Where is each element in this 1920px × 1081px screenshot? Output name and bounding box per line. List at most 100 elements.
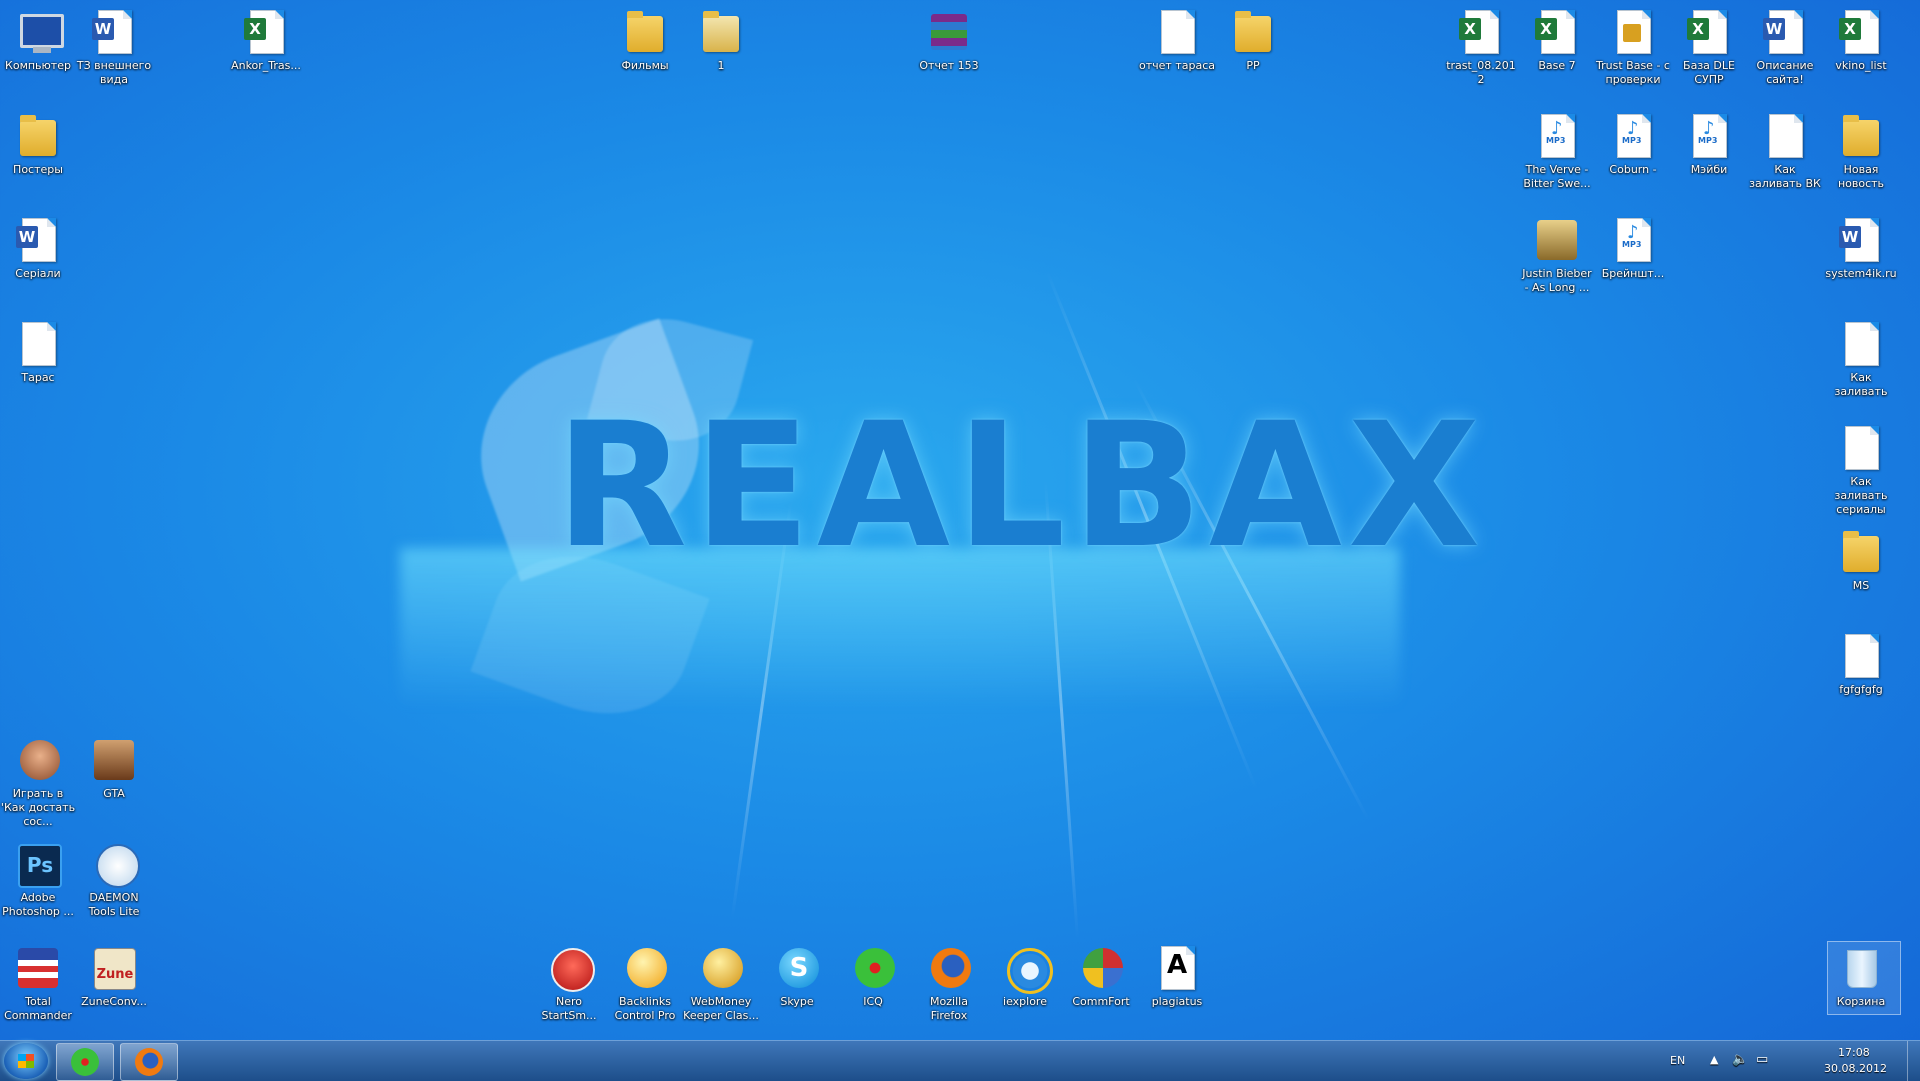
desktop-icon-novaya[interactable]: Новая новость — [1823, 108, 1899, 191]
locked-document-icon — [1609, 8, 1657, 56]
word-document-icon: W — [1837, 216, 1885, 264]
taskbar: EN ▲ 🔈 ▭ 17:08 30.08.2012 — [0, 1040, 1920, 1081]
text-file-icon — [1761, 112, 1809, 160]
desktop-icon-icq[interactable]: ICQ — [835, 940, 911, 1009]
wallpaper-logo-text: REALBAX — [555, 385, 1487, 586]
desktop-icon-kak-zalivat-vk[interactable]: Как заливать ВК — [1747, 108, 1823, 191]
show-desktop-button[interactable] — [1907, 1041, 1920, 1081]
desktop[interactable]: REALBAX Компьютер W ТЗ внешнего вида X A… — [0, 0, 1920, 1040]
webmoney-icon — [697, 944, 745, 992]
desktop-icon-ms[interactable]: MS — [1823, 524, 1899, 593]
desktop-icon-otchet-tarasa[interactable]: отчет тараса — [1139, 4, 1215, 73]
folder-icon — [621, 8, 669, 56]
desktop-icon-zune[interactable]: Zune ZuneConv... — [76, 940, 152, 1009]
nero-icon — [545, 944, 595, 992]
mp3-file-icon: ♪ MP3 — [1609, 112, 1657, 160]
desktop-icon-plagiatus[interactable]: A plagiatus — [1139, 940, 1215, 1009]
desktop-icon-bieber[interactable]: Justin Bieber - As Long ... — [1519, 212, 1595, 295]
desktop-icon-fgfg[interactable]: fgfgfgfg — [1823, 628, 1899, 697]
desktop-icon-baza-dle[interactable]: X База DLE СУПР — [1671, 4, 1747, 87]
desktop-icon-tz-doc[interactable]: W ТЗ внешнего вида — [76, 4, 152, 87]
globe-icon — [621, 944, 669, 992]
excel-document-icon: X — [1837, 8, 1885, 56]
excel-document-icon: X — [1533, 8, 1581, 56]
winrar-archive-icon — [925, 8, 973, 56]
desktop-icon-kak-zalivat-serialy[interactable]: Как заливать сериалы — [1823, 420, 1899, 517]
desktop-icon-photoshop[interactable]: Ps Adobe Photoshop ... — [0, 836, 76, 919]
desktop-icon-system4ik[interactable]: W system4ik.ru — [1823, 212, 1899, 281]
plagiatus-icon: A — [1153, 944, 1201, 992]
language-indicator[interactable]: EN — [1670, 1054, 1685, 1067]
desktop-icon-recycle-bin[interactable]: Корзина — [1823, 940, 1899, 1009]
internet-explorer-icon — [1001, 944, 1053, 994]
desktop-icon-skype[interactable]: S Skype — [759, 940, 835, 1009]
folder-icon — [697, 8, 745, 56]
desktop-icon-firefox[interactable]: Mozilla Firefox — [911, 940, 987, 1023]
icq-flower-icon — [71, 1048, 99, 1076]
firefox-icon — [135, 1048, 163, 1076]
taskbar-icq[interactable] — [56, 1043, 114, 1081]
desktop-icon-trust-base[interactable]: Trust Base - с проверки — [1595, 4, 1671, 87]
desktop-icon-seriali[interactable]: W Сеpiали — [0, 212, 76, 281]
clock-date[interactable]: 30.08.2012 — [1824, 1062, 1887, 1075]
desktop-icon-brainsht[interactable]: ♪ MP3 Брейншт... — [1595, 212, 1671, 281]
word-document-icon: W — [90, 8, 138, 56]
desktop-icon-opisanie[interactable]: W Описание сайта! — [1747, 4, 1823, 87]
desktop-icon-base7[interactable]: X Base 7 — [1519, 4, 1595, 73]
folder-icon — [1837, 528, 1885, 576]
skype-icon: S — [773, 944, 821, 992]
desktop-icon-kak-zalivat[interactable]: Как заливать — [1823, 316, 1899, 399]
desktop-icon-nero[interactable]: Nero StartSm... — [531, 940, 607, 1023]
word-document-icon: W — [1761, 8, 1809, 56]
folder-icon — [14, 112, 62, 160]
desktop-icon-igrat[interactable]: Играть в 'Как достать сос... — [0, 732, 76, 829]
daemon-tools-icon — [90, 840, 140, 888]
mp3-file-icon: ♪ MP3 — [1609, 216, 1657, 264]
excel-document-icon: X — [1685, 8, 1733, 56]
commfort-icon — [1077, 944, 1125, 992]
windows-logo-icon — [18, 1054, 34, 1068]
desktop-icon-otchet153[interactable]: Отчет 153 — [911, 4, 987, 73]
text-file-icon — [1153, 8, 1201, 56]
desktop-icon-vkino[interactable]: X vkino_list — [1823, 4, 1899, 73]
text-file-icon — [1837, 320, 1885, 368]
network-icon[interactable]: ▭ — [1756, 1052, 1768, 1067]
desktop-icon-taras[interactable]: Тарас — [0, 316, 76, 385]
system-tray: EN ▲ 🔈 ▭ 17:08 30.08.2012 — [1660, 1041, 1920, 1081]
excel-document-icon: X — [242, 8, 290, 56]
text-file-icon — [1837, 424, 1885, 472]
excel-document-icon: X — [1457, 8, 1505, 56]
desktop-icon-daemon[interactable]: DAEMON Tools Lite — [76, 836, 152, 919]
volume-icon[interactable]: 🔈 — [1732, 1052, 1748, 1067]
desktop-icon-backlinks[interactable]: Backlinks Control Pro — [607, 940, 683, 1023]
desktop-icon-iexplore[interactable]: iexplore — [987, 940, 1063, 1009]
desktop-icon-commfort[interactable]: CommFort — [1063, 940, 1139, 1009]
taskbar-firefox[interactable] — [120, 1043, 178, 1081]
desktop-icon-meybi[interactable]: ♪ MP3 Мэйби — [1671, 108, 1747, 177]
text-file-icon — [1837, 632, 1885, 680]
desktop-icon-verve[interactable]: ♪ MP3 The Verve - Bitter Swe... — [1519, 108, 1595, 191]
desktop-icon-gta[interactable]: GTA — [76, 732, 152, 801]
folder-icon — [1837, 112, 1885, 160]
desktop-icon-total[interactable]: Total Commander — [0, 940, 76, 1023]
desktop-icon-postery[interactable]: Постеры — [0, 108, 76, 177]
desktop-icon-trast[interactable]: X trast_08.2012 — [1443, 4, 1519, 87]
text-file-icon — [14, 320, 62, 368]
word-document-icon: W — [14, 216, 62, 264]
show-hidden-icons-chevron-icon[interactable]: ▲ — [1710, 1053, 1718, 1066]
clock-time[interactable]: 17:08 — [1838, 1046, 1870, 1059]
desktop-icon-films[interactable]: Фильмы — [607, 4, 683, 73]
desktop-icon-1[interactable]: 1 — [683, 4, 759, 73]
desktop-icon-webmoney[interactable]: WebMoney Keeper Clas... — [683, 940, 759, 1023]
folder-icon — [1229, 8, 1277, 56]
gta-game-icon — [90, 736, 138, 784]
desktop-icon-computer[interactable]: Компьютер — [0, 4, 76, 73]
desktop-icon-coburn[interactable]: ♪ MP3 Coburn - — [1595, 108, 1671, 177]
recycle-bin-icon — [1837, 944, 1885, 992]
video-file-icon — [1533, 216, 1581, 264]
desktop-icon-ankor[interactable]: X Ankor_Tras... — [228, 4, 304, 73]
start-button[interactable] — [4, 1043, 48, 1079]
firefox-icon — [925, 944, 973, 992]
zune-converter-icon: Zune — [90, 944, 138, 992]
desktop-icon-pp[interactable]: PP — [1215, 4, 1291, 73]
